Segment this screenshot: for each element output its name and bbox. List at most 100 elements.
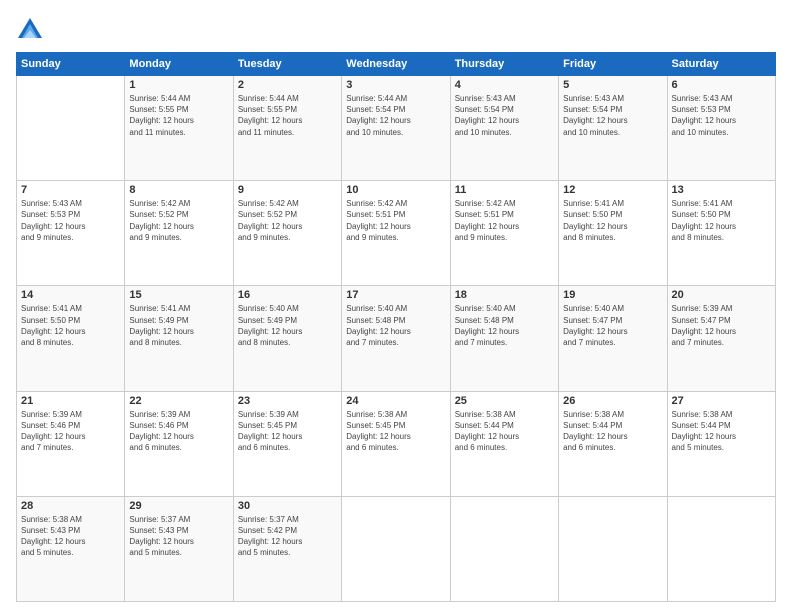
weekday-header-thursday: Thursday bbox=[450, 53, 558, 76]
day-info: Sunrise: 5:39 AM Sunset: 5:47 PM Dayligh… bbox=[672, 303, 771, 348]
day-info: Sunrise: 5:41 AM Sunset: 5:50 PM Dayligh… bbox=[563, 198, 662, 243]
day-info: Sunrise: 5:42 AM Sunset: 5:51 PM Dayligh… bbox=[455, 198, 554, 243]
day-info: Sunrise: 5:39 AM Sunset: 5:46 PM Dayligh… bbox=[129, 409, 228, 454]
day-number: 27 bbox=[672, 395, 771, 407]
day-cell: 1 Sunrise: 5:44 AM Sunset: 5:55 PM Daylig… bbox=[125, 76, 233, 181]
day-cell: 17 Sunrise: 5:40 AM Sunset: 5:48 PM Dayli… bbox=[342, 286, 450, 391]
day-info: Sunrise: 5:40 AM Sunset: 5:48 PM Dayligh… bbox=[455, 303, 554, 348]
day-number: 16 bbox=[238, 289, 337, 301]
day-cell bbox=[17, 76, 125, 181]
day-cell: 4Sunrise: 5:43 AM Sunset: 5:54 PM Daylig… bbox=[450, 76, 558, 181]
day-info: Sunrise: 5:44 AM Sunset: 5:55 PM Dayligh… bbox=[238, 93, 337, 138]
day-number: 9 bbox=[238, 184, 337, 196]
day-cell: 12 Sunrise: 5:41 AM Sunset: 5:50 PM Dayli… bbox=[559, 181, 667, 286]
day-cell: 29 Sunrise: 5:37 AM Sunset: 5:43 PM Dayli… bbox=[125, 496, 233, 601]
day-cell: 8 Sunrise: 5:42 AM Sunset: 5:52 PM Daylig… bbox=[125, 181, 233, 286]
day-cell: 20 Sunrise: 5:39 AM Sunset: 5:47 PM Dayli… bbox=[667, 286, 775, 391]
day-info: Sunrise: 5:41 AM Sunset: 5:50 PM Dayligh… bbox=[672, 198, 771, 243]
weekday-header-row: SundayMondayTuesdayWednesdayThursdayFrid… bbox=[17, 53, 776, 76]
day-info: Sunrise: 5:43 AM Sunset: 5:54 PM Dayligh… bbox=[563, 93, 662, 138]
day-info: Sunrise: 5:40 AM Sunset: 5:49 PM Dayligh… bbox=[238, 303, 337, 348]
day-number: 23 bbox=[238, 395, 337, 407]
day-cell: 11 Sunrise: 5:42 AM Sunset: 5:51 PM Dayli… bbox=[450, 181, 558, 286]
day-info: Sunrise: 5:38 AM Sunset: 5:45 PM Dayligh… bbox=[346, 409, 445, 454]
day-cell: 19 Sunrise: 5:40 AM Sunset: 5:47 PM Dayli… bbox=[559, 286, 667, 391]
weekday-header-friday: Friday bbox=[559, 53, 667, 76]
day-cell: 22 Sunrise: 5:39 AM Sunset: 5:46 PM Dayli… bbox=[125, 391, 233, 496]
day-cell: 24 Sunrise: 5:38 AM Sunset: 5:45 PM Dayli… bbox=[342, 391, 450, 496]
day-cell: 16 Sunrise: 5:40 AM Sunset: 5:49 PM Dayli… bbox=[233, 286, 341, 391]
day-cell: 26Sunrise: 5:38 AM Sunset: 5:44 PM Dayli… bbox=[559, 391, 667, 496]
day-number: 28 bbox=[21, 500, 120, 512]
day-number: 14 bbox=[21, 289, 120, 301]
day-cell: 10Sunrise: 5:42 AM Sunset: 5:51 PM Dayli… bbox=[342, 181, 450, 286]
calendar-table: SundayMondayTuesdayWednesdayThursdayFrid… bbox=[16, 52, 776, 602]
day-number: 6 bbox=[672, 79, 771, 91]
day-cell: 14 Sunrise: 5:41 AM Sunset: 5:50 PM Dayli… bbox=[17, 286, 125, 391]
day-number: 25 bbox=[455, 395, 554, 407]
day-info: Sunrise: 5:38 AM Sunset: 5:44 PM Dayligh… bbox=[563, 409, 662, 454]
day-cell: 18 Sunrise: 5:40 AM Sunset: 5:48 PM Dayli… bbox=[450, 286, 558, 391]
day-cell: 25 Sunrise: 5:38 AM Sunset: 5:44 PM Dayli… bbox=[450, 391, 558, 496]
header bbox=[16, 16, 776, 44]
day-number: 24 bbox=[346, 395, 445, 407]
day-info: Sunrise: 5:43 AM Sunset: 5:54 PM Dayligh… bbox=[455, 93, 554, 138]
day-cell: 23 Sunrise: 5:39 AM Sunset: 5:45 PM Dayli… bbox=[233, 391, 341, 496]
day-number: 10 bbox=[346, 184, 445, 196]
day-info: Sunrise: 5:38 AM Sunset: 5:44 PM Dayligh… bbox=[455, 409, 554, 454]
week-row-3: 14 Sunrise: 5:41 AM Sunset: 5:50 PM Dayli… bbox=[17, 286, 776, 391]
day-cell: 9Sunrise: 5:42 AM Sunset: 5:52 PM Daylig… bbox=[233, 181, 341, 286]
day-number: 22 bbox=[129, 395, 228, 407]
week-row-5: 28Sunrise: 5:38 AM Sunset: 5:43 PM Dayli… bbox=[17, 496, 776, 601]
weekday-header-saturday: Saturday bbox=[667, 53, 775, 76]
logo bbox=[16, 16, 48, 44]
day-number: 17 bbox=[346, 289, 445, 301]
day-number: 15 bbox=[129, 289, 228, 301]
day-info: Sunrise: 5:40 AM Sunset: 5:48 PM Dayligh… bbox=[346, 303, 445, 348]
day-info: Sunrise: 5:39 AM Sunset: 5:46 PM Dayligh… bbox=[21, 409, 120, 454]
day-info: Sunrise: 5:39 AM Sunset: 5:45 PM Dayligh… bbox=[238, 409, 337, 454]
day-info: Sunrise: 5:44 AM Sunset: 5:55 PM Dayligh… bbox=[129, 93, 228, 138]
day-info: Sunrise: 5:44 AM Sunset: 5:54 PM Dayligh… bbox=[346, 93, 445, 138]
day-number: 29 bbox=[129, 500, 228, 512]
logo-icon bbox=[16, 16, 44, 44]
day-info: Sunrise: 5:41 AM Sunset: 5:49 PM Dayligh… bbox=[129, 303, 228, 348]
day-number: 2 bbox=[238, 79, 337, 91]
day-number: 30 bbox=[238, 500, 337, 512]
day-cell: 3 Sunrise: 5:44 AM Sunset: 5:54 PM Daylig… bbox=[342, 76, 450, 181]
day-number: 21 bbox=[21, 395, 120, 407]
day-info: Sunrise: 5:38 AM Sunset: 5:44 PM Dayligh… bbox=[672, 409, 771, 454]
day-cell: 2 Sunrise: 5:44 AM Sunset: 5:55 PM Daylig… bbox=[233, 76, 341, 181]
day-number: 20 bbox=[672, 289, 771, 301]
day-number: 11 bbox=[455, 184, 554, 196]
day-cell bbox=[667, 496, 775, 601]
day-info: Sunrise: 5:43 AM Sunset: 5:53 PM Dayligh… bbox=[672, 93, 771, 138]
day-number: 19 bbox=[563, 289, 662, 301]
day-info: Sunrise: 5:41 AM Sunset: 5:50 PM Dayligh… bbox=[21, 303, 120, 348]
day-info: Sunrise: 5:37 AM Sunset: 5:43 PM Dayligh… bbox=[129, 514, 228, 559]
day-number: 5 bbox=[563, 79, 662, 91]
day-number: 12 bbox=[563, 184, 662, 196]
day-cell: 13 Sunrise: 5:41 AM Sunset: 5:50 PM Dayli… bbox=[667, 181, 775, 286]
day-cell bbox=[342, 496, 450, 601]
day-cell bbox=[450, 496, 558, 601]
weekday-header-monday: Monday bbox=[125, 53, 233, 76]
day-number: 8 bbox=[129, 184, 228, 196]
day-cell: 7 Sunrise: 5:43 AM Sunset: 5:53 PM Daylig… bbox=[17, 181, 125, 286]
weekday-header-wednesday: Wednesday bbox=[342, 53, 450, 76]
day-info: Sunrise: 5:43 AM Sunset: 5:53 PM Dayligh… bbox=[21, 198, 120, 243]
day-info: Sunrise: 5:37 AM Sunset: 5:42 PM Dayligh… bbox=[238, 514, 337, 559]
day-cell: 5 Sunrise: 5:43 AM Sunset: 5:54 PM Daylig… bbox=[559, 76, 667, 181]
day-info: Sunrise: 5:42 AM Sunset: 5:52 PM Dayligh… bbox=[129, 198, 228, 243]
day-number: 13 bbox=[672, 184, 771, 196]
weekday-header-tuesday: Tuesday bbox=[233, 53, 341, 76]
day-number: 1 bbox=[129, 79, 228, 91]
weekday-header-sunday: Sunday bbox=[17, 53, 125, 76]
day-cell: 28Sunrise: 5:38 AM Sunset: 5:43 PM Dayli… bbox=[17, 496, 125, 601]
week-row-4: 21 Sunrise: 5:39 AM Sunset: 5:46 PM Dayli… bbox=[17, 391, 776, 496]
day-number: 18 bbox=[455, 289, 554, 301]
day-number: 3 bbox=[346, 79, 445, 91]
day-number: 7 bbox=[21, 184, 120, 196]
week-row-1: 1 Sunrise: 5:44 AM Sunset: 5:55 PM Daylig… bbox=[17, 76, 776, 181]
day-info: Sunrise: 5:40 AM Sunset: 5:47 PM Dayligh… bbox=[563, 303, 662, 348]
